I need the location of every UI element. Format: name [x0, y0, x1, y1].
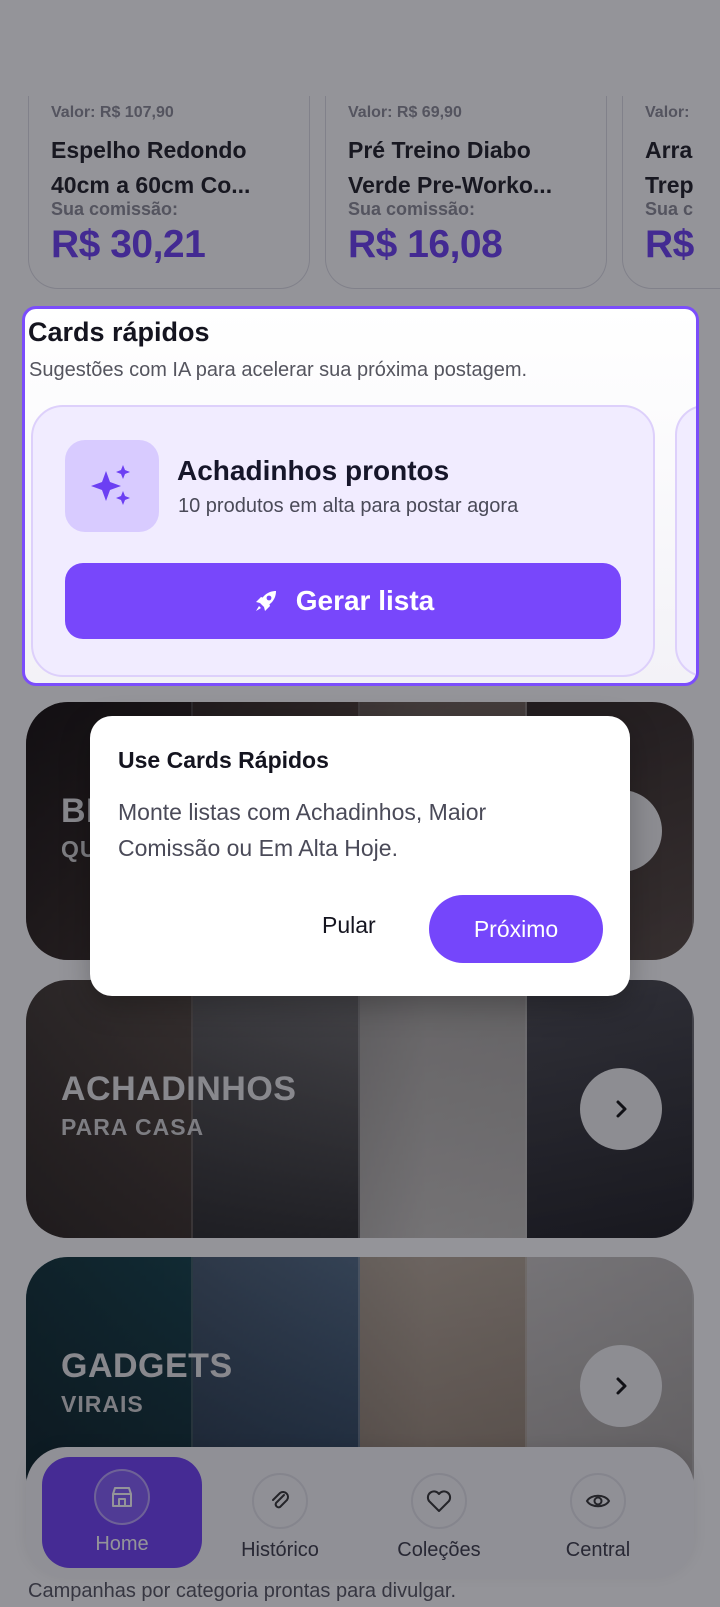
quick-card-description: 10 produtos em alta para postar agora — [178, 495, 519, 517]
quick-card-icon-wrap — [65, 440, 159, 532]
tour-dialog: Use Cards Rápidos Monte listas com Achad… — [90, 716, 630, 996]
generate-list-button[interactable]: Gerar lista — [65, 563, 621, 639]
skip-button[interactable]: Pular — [322, 912, 376, 939]
quick-card-next[interactable] — [675, 405, 696, 677]
section-title: Cards rápidos — [28, 317, 210, 347]
quick-card-title: Achadinhos prontos — [177, 455, 450, 486]
generate-list-label: Gerar lista — [295, 585, 435, 616]
quick-card-achadinhos[interactable]: Achadinhos prontos 10 produtos em alta p… — [31, 405, 655, 677]
dialog-message: Monte listas com Achadinhos, Maior Comis… — [118, 799, 487, 861]
next-button[interactable]: Próximo — [429, 895, 603, 963]
dialog-title: Use Cards Rápidos — [118, 747, 329, 773]
section-subtitle: Sugestões com IA para acelerar sua próxi… — [29, 359, 528, 381]
sparkles-icon — [91, 465, 130, 505]
quick-cards-section: Cards rápidos Sugestões com IA para acel… — [22, 306, 699, 686]
rocket-icon — [252, 587, 280, 615]
